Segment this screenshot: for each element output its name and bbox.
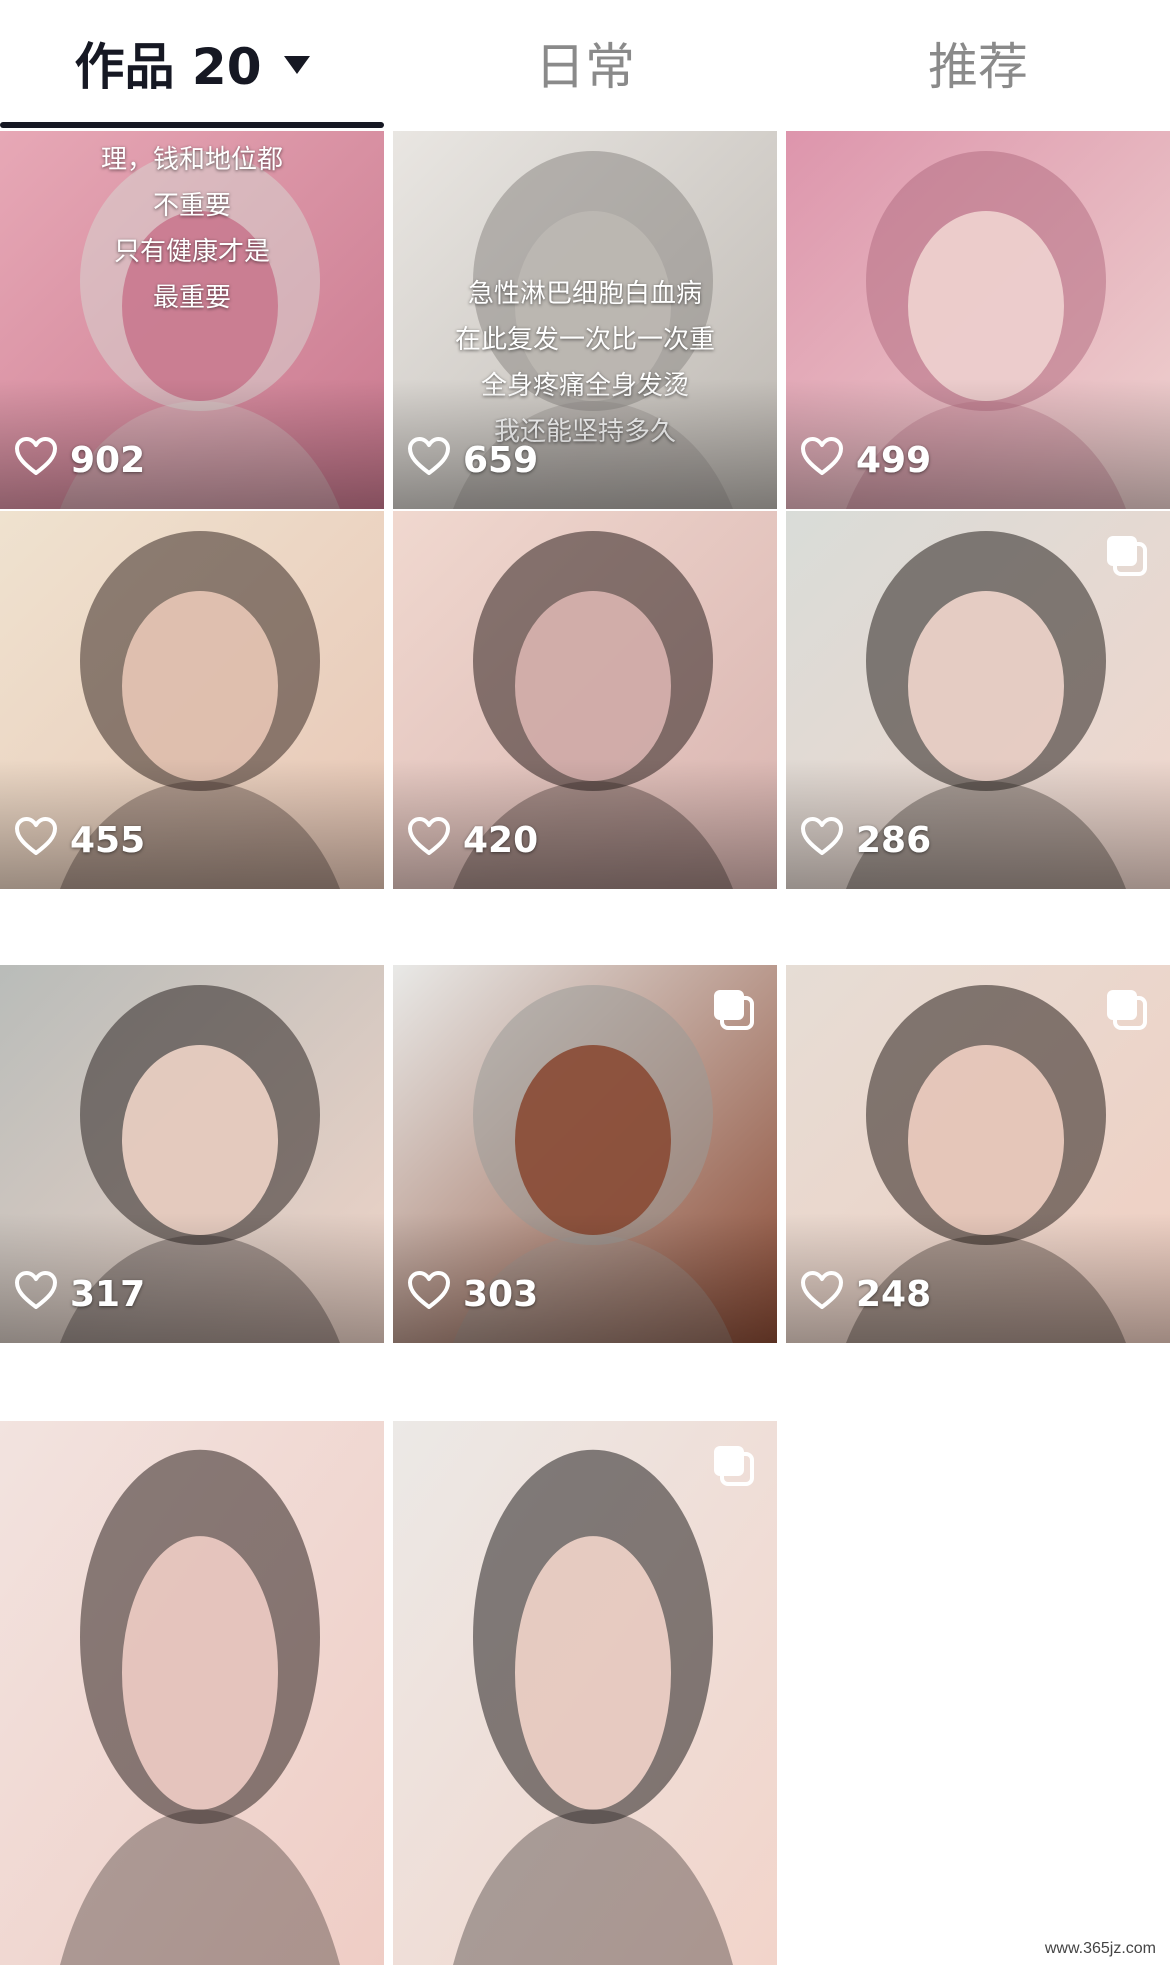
post-thumbnail[interactable]: 317	[0, 965, 384, 1343]
like-count: 286	[800, 816, 931, 865]
heart-icon	[800, 816, 856, 865]
post-thumbnail[interactable]: 303	[393, 965, 777, 1343]
active-tab-indicator	[0, 122, 384, 128]
like-count-value: 499	[856, 440, 932, 481]
caption-line: 在此复发一次比一次重	[454, 325, 715, 355]
post-image	[0, 1421, 384, 1965]
like-count: 499	[800, 436, 931, 485]
caption-line: 最重要	[152, 283, 231, 313]
post-image	[393, 1421, 777, 1965]
site-watermark: www.365jz.com	[1038, 1939, 1162, 1959]
heart-icon	[407, 816, 463, 865]
tab-recommend[interactable]: 推荐	[786, 0, 1170, 125]
like-count-value: 420	[463, 820, 539, 861]
multi-image-icon	[711, 1443, 759, 1491]
post-thumbnail[interactable]: 286	[786, 511, 1170, 889]
post-caption: 理，钱和地位都 不重要只有健康才是 最重要	[40, 137, 344, 321]
post-thumbnail[interactable]	[393, 1421, 777, 1965]
heart-icon	[14, 1270, 70, 1319]
heart-icon	[14, 816, 70, 865]
multi-image-icon	[711, 987, 759, 1035]
like-count-value: 303	[463, 1274, 539, 1315]
tab-daily-label: 日常	[535, 37, 635, 96]
heart-icon	[407, 1270, 463, 1319]
like-count-value: 455	[70, 820, 146, 861]
multi-image-icon	[1104, 533, 1152, 581]
tab-daily[interactable]: 日常	[393, 0, 777, 125]
like-count: 420	[407, 816, 538, 865]
caption-line: 只有健康才是	[113, 237, 270, 267]
post-thumbnail[interactable]: 理，钱和地位都 不重要只有健康才是 最重要 902	[0, 131, 384, 509]
like-count-value: 248	[856, 1274, 932, 1315]
tab-works[interactable]: 作品 20	[0, 0, 384, 125]
tab-works-label: 作品 20	[74, 37, 262, 96]
heart-icon	[14, 436, 70, 485]
caption-line: 急性淋巴细胞白血病	[467, 279, 702, 309]
post-thumbnail[interactable]: 248	[786, 965, 1170, 1343]
profile-tab-bar: 作品 20 日常 推荐	[0, 0, 1170, 130]
like-count: 455	[14, 816, 145, 865]
tab-recommend-label: 推荐	[928, 37, 1028, 96]
post-thumbnail[interactable]: 急性淋巴细胞白血病在此复发一次比一次重全身疼痛全身发烫我还能坚持多久659	[393, 131, 777, 509]
like-count-value: 286	[856, 820, 932, 861]
post-thumbnail[interactable]: 455	[0, 511, 384, 889]
post-thumbnail[interactable]	[0, 1421, 384, 1965]
like-count: 659	[407, 436, 538, 485]
post-thumbnail[interactable]: 420	[393, 511, 777, 889]
caption-line: 理，钱和地位都	[100, 145, 283, 175]
caption-line: 不重要	[152, 191, 231, 221]
like-count-value: 902	[70, 440, 146, 481]
heart-icon	[800, 436, 856, 485]
caret-down-icon[interactable]	[283, 55, 310, 74]
like-count: 303	[407, 1270, 538, 1319]
like-count-value: 317	[70, 1274, 146, 1315]
post-thumbnail[interactable]: 499	[786, 131, 1170, 509]
heart-icon	[407, 436, 463, 485]
like-count: 248	[800, 1270, 931, 1319]
heart-icon	[800, 1270, 856, 1319]
like-count: 317	[14, 1270, 145, 1319]
like-count-value: 659	[463, 440, 539, 481]
like-count: 902	[14, 436, 145, 485]
multi-image-icon	[1104, 987, 1152, 1035]
